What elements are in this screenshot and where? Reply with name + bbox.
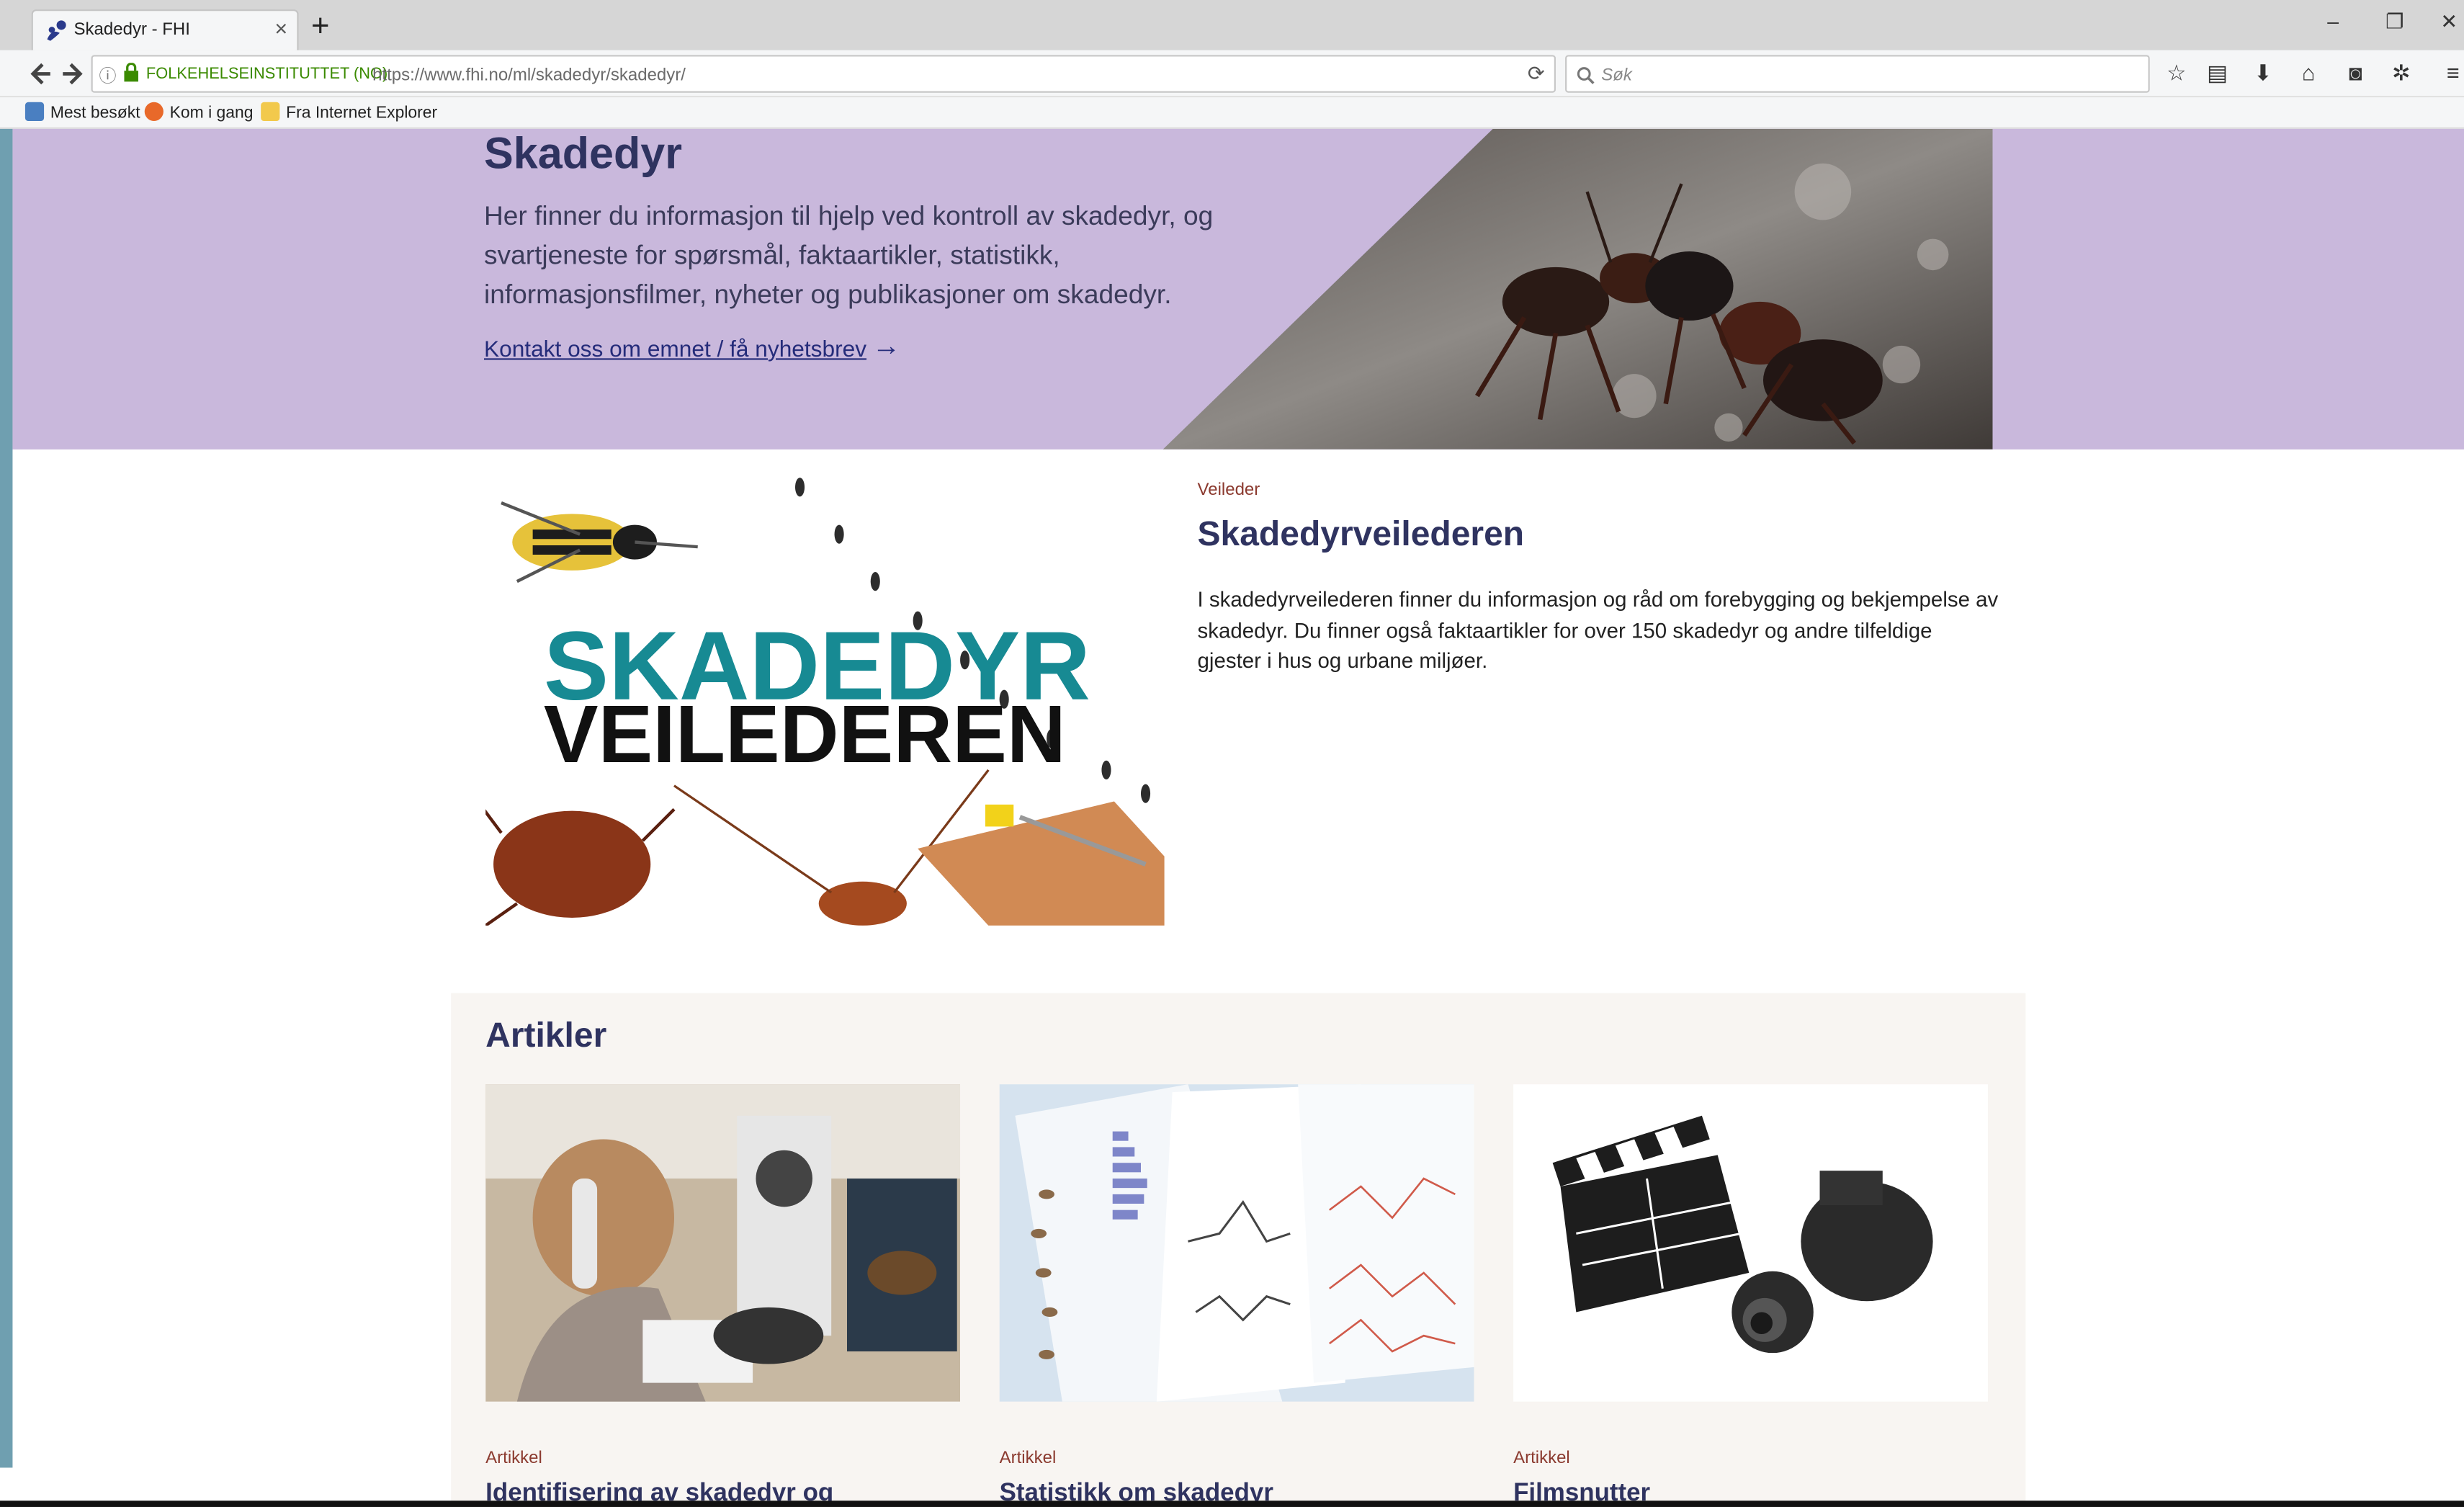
article-card[interactable]: Artikkel Filmsnutter: [1513, 1084, 1988, 1507]
most-visited-icon: [24, 102, 45, 121]
feature-title-link[interactable]: Skadedyrveilederen: [1198, 514, 1525, 555]
ant-photo: [1162, 128, 1993, 450]
feature-category-label: Veileder: [1197, 480, 1260, 500]
forward-icon[interactable]: [57, 57, 91, 91]
extension-icon[interactable]: ✲: [2387, 60, 2415, 86]
title-bar: Skadedyr - FHI × + – ❐ ✕: [0, 0, 2464, 50]
bookmarks-bar: Mest besøkt Kom i gang Fra Internet Expl…: [0, 97, 2464, 129]
site-identity: FOLKEHELSEINSTITUTTET (NO): [145, 66, 388, 84]
page-title: Skadedyr: [483, 128, 683, 178]
close-window-button[interactable]: ✕: [2440, 9, 2458, 35]
article-category-label: Artikkel: [1513, 1449, 1570, 1468]
tab-title: Skadedyr - FHI: [73, 20, 190, 40]
url-text[interactable]: https://www.fhi.no/ml/skadedyr/skadedyr/: [372, 66, 686, 85]
article-card[interactable]: Artikkel Statistikk om skadedyr: [999, 1084, 1474, 1507]
minimize-button[interactable]: –: [2327, 9, 2339, 33]
home-icon[interactable]: ⌂: [2294, 60, 2322, 85]
articles-section: Artikler Artikkel Identifisering av skad…: [451, 993, 2026, 1507]
contact-newsletter-link[interactable]: Kontakt oss om emnet / få nyhetsbrev: [484, 338, 866, 363]
tab-close-icon[interactable]: ×: [274, 16, 287, 41]
bookmark-item[interactable]: Kom i gang: [144, 102, 254, 122]
reload-icon[interactable]: ⟳: [1528, 61, 1545, 86]
arrow-right-icon[interactable]: →: [872, 330, 900, 363]
url-bar[interactable]: ⓘ FOLKEHELSEINSTITUTTET (NO) https://www…: [91, 55, 1556, 93]
browser-window: Skadedyr - FHI × + – ❐ ✕ ⓘ FOLKEHELSEINS…: [0, 0, 2464, 1507]
back-icon[interactable]: [22, 57, 57, 91]
article-card[interactable]: Artikkel Identifisering av skadedyr og: [485, 1084, 961, 1507]
microscope-phone-photo: [485, 1084, 961, 1402]
bookmark-folder[interactable]: Fra Internet Explorer: [261, 102, 437, 122]
articles-heading: Artikler: [485, 1015, 607, 1055]
article-category-label: Artikkel: [999, 1449, 1057, 1468]
site-info-icon[interactable]: ⓘ: [99, 63, 116, 88]
bookmarks-library-icon[interactable]: ▤: [2203, 60, 2231, 86]
search-icon: [1577, 67, 1595, 84]
pocket-icon[interactable]: ◙: [2342, 60, 2370, 85]
article-category-label: Artikkel: [485, 1449, 542, 1468]
statistics-documents-photo: [999, 1084, 1474, 1402]
search-input[interactable]: Søk: [1601, 66, 1632, 85]
menu-icon[interactable]: ≡: [2439, 60, 2464, 85]
feature-description: I skadedyrveilederen finner du informasj…: [1197, 587, 1999, 673]
fhi-favicon-icon: [47, 20, 66, 41]
folder-icon: [261, 102, 280, 121]
bottom-border: [0, 1501, 2464, 1507]
download-icon[interactable]: ⬇: [2249, 60, 2277, 86]
left-edge-strip: [0, 128, 13, 1468]
bookmark-star-icon[interactable]: ☆: [2162, 60, 2190, 86]
browser-tab[interactable]: Skadedyr - FHI ×: [31, 9, 299, 50]
skadedyrveilederen-image: SKADEDYR VEILEDEREN: [485, 471, 1165, 926]
navigation-toolbar: ⓘ FOLKEHELSEINSTITUTTET (NO) https://www…: [0, 50, 2464, 98]
hero-description: Her finner du informasjon til hjelp ved …: [483, 201, 1214, 310]
search-bar[interactable]: Søk: [1565, 55, 2150, 93]
clapperboard-camera-photo: [1513, 1084, 1988, 1402]
hero-banner: Skadedyr Her finner du informasjon til h…: [12, 128, 2464, 450]
new-tab-button[interactable]: +: [311, 8, 329, 45]
firefox-icon: [144, 102, 163, 121]
restore-button[interactable]: ❐: [2385, 9, 2403, 35]
lock-icon: [124, 63, 138, 82]
bookmark-item[interactable]: Mest besøkt: [24, 102, 140, 122]
veilederen-logo-text-2: VEILEDEREN: [544, 689, 1066, 780]
